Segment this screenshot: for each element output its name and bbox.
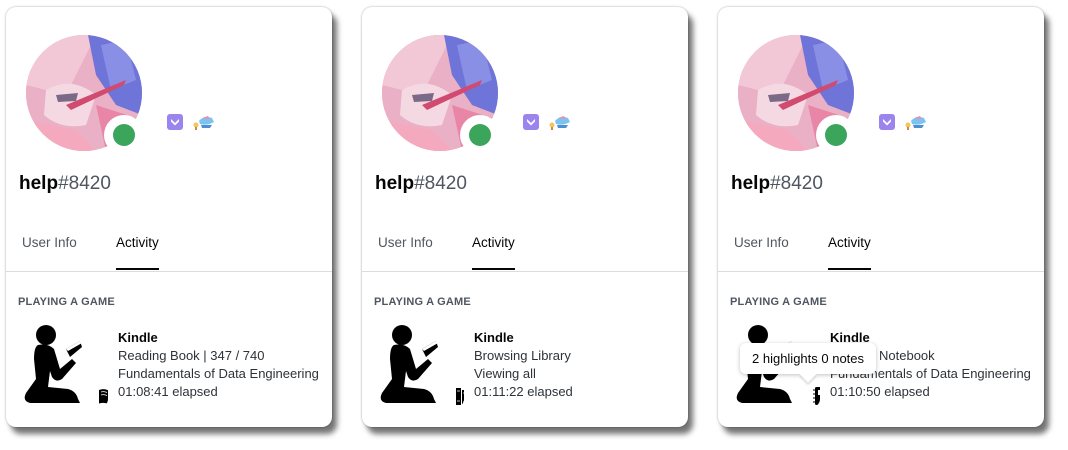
username-name: help — [375, 173, 415, 194]
small-image-tooltip: 2 highlights 0 notes — [740, 343, 877, 374]
early-supporter-badge-icon[interactable] — [904, 113, 928, 131]
kindle-reader-icon — [24, 325, 82, 403]
game-large-image[interactable] — [376, 319, 464, 407]
username-discriminator: #8420 — [414, 173, 467, 194]
activity-details-line: Reading Book | 347 / 740 — [118, 348, 265, 363]
activity-details: Kindle Reading Book | 347 / 740 Fundamen… — [118, 329, 319, 401]
game-name: Kindle — [474, 330, 514, 345]
tab-user-info[interactable]: User Info — [378, 235, 433, 269]
elapsed-time: 01:11:22 elapsed — [474, 384, 573, 399]
elapsed-time: 01:10:50 elapsed — [830, 384, 930, 399]
profile-badges — [166, 113, 216, 131]
profile-card: help#8420 User Info Activity PLAYING A G… — [6, 7, 332, 427]
hypesquad-badge-icon[interactable] — [522, 113, 540, 131]
tab-activity[interactable]: Activity — [472, 235, 515, 270]
status-indicator — [460, 115, 500, 155]
online-status-icon — [113, 124, 135, 146]
hypesquad-badge-icon[interactable] — [166, 113, 184, 131]
game-small-image[interactable] — [810, 385, 820, 407]
tab-user-info[interactable]: User Info — [22, 235, 77, 269]
username[interactable]: help#8420 — [19, 172, 111, 196]
game-small-image[interactable] — [98, 385, 108, 407]
activity-state-line: Viewing all — [474, 366, 536, 381]
tab-activity[interactable]: Activity — [828, 235, 871, 270]
username-discriminator: #8420 — [58, 173, 111, 194]
early-supporter-badge-icon[interactable] — [548, 113, 572, 131]
hypesquad-badge-icon[interactable] — [878, 113, 896, 131]
profile-badges — [878, 113, 928, 131]
tab-activity[interactable]: Activity — [116, 235, 159, 270]
game-name: Kindle — [118, 330, 158, 345]
section-title: PLAYING A GAME — [730, 296, 827, 308]
online-status-icon — [469, 124, 491, 146]
profile-tabs: User Info Activity — [362, 229, 688, 272]
status-indicator — [104, 115, 144, 155]
tab-user-info[interactable]: User Info — [734, 235, 789, 269]
section-title: PLAYING A GAME — [374, 296, 471, 308]
profile-badges — [522, 113, 572, 131]
profile-tabs: User Info Activity — [6, 229, 332, 272]
username[interactable]: help#8420 — [375, 172, 467, 196]
open-book-icon — [99, 389, 108, 404]
section-title: PLAYING A GAME — [18, 296, 115, 308]
kindle-reader-icon — [380, 325, 438, 403]
username[interactable]: help#8420 — [731, 172, 823, 196]
profile-tabs: User Info Activity — [718, 229, 1044, 272]
elapsed-time: 01:08:41 elapsed — [118, 384, 218, 399]
username-discriminator: #8420 — [770, 173, 823, 194]
notebook-icon — [813, 387, 820, 405]
online-status-icon — [825, 124, 847, 146]
early-supporter-badge-icon[interactable] — [192, 113, 216, 131]
activity-state-line: Fundamentals of Data Engineering — [118, 366, 319, 381]
profile-card: help#8420 User Info Activity PLAYING A G… — [362, 7, 688, 427]
username-name: help — [731, 173, 771, 194]
game-small-image[interactable] — [454, 385, 464, 407]
game-large-image[interactable] — [20, 319, 108, 407]
books-on-shelf-icon — [456, 388, 464, 405]
activity-details: Kindle Browsing Library Viewing all 01:1… — [474, 329, 573, 401]
status-indicator — [816, 115, 856, 155]
activity-details-line: Browsing Library — [474, 348, 571, 363]
username-name: help — [19, 173, 59, 194]
profile-card: help#8420 User Info Activity PLAYING A G… — [718, 7, 1044, 427]
